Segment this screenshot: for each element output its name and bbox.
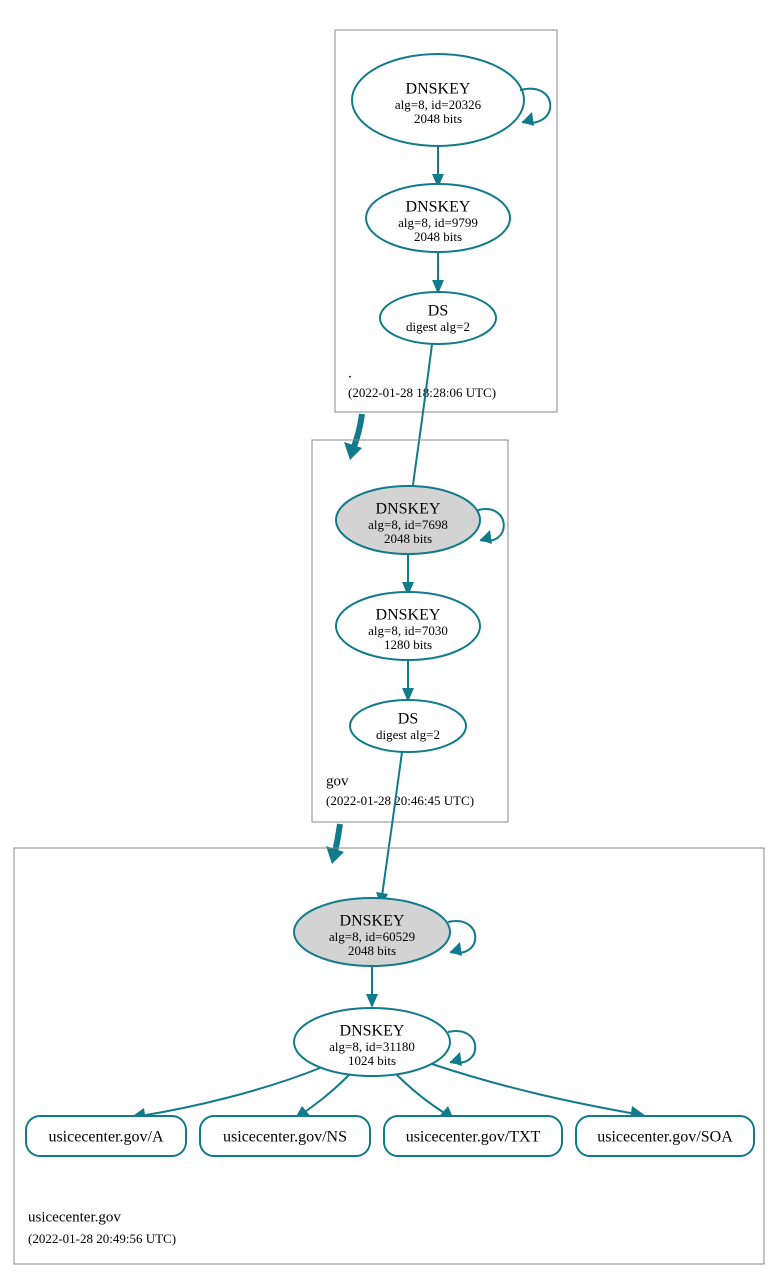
node-rr-a: usicecenter.gov/A [26,1116,186,1156]
edge-gov-ksk-self-arrow [480,530,492,544]
node-gov-zsk: DNSKEY alg=8, id=7030 1280 bits [336,592,480,660]
node-rr-ns: usicecenter.gov/NS [200,1116,370,1156]
node-uc-zsk: DNSKEY alg=8, id=31180 1024 bits [294,1008,450,1076]
svg-text:1024 bits: 1024 bits [348,1053,396,1068]
edge-uc-a [140,1068,320,1116]
svg-text:digest alg=2: digest alg=2 [376,727,440,742]
svg-text:DNSKEY: DNSKEY [376,607,441,624]
edge-uc-txt [396,1074,446,1114]
svg-text:DNSKEY: DNSKEY [376,501,441,518]
edge-uc-ksk-self-arrow [450,942,462,956]
svg-text:usicecenter.gov/TXT: usicecenter.gov/TXT [406,1129,541,1146]
svg-text:2048 bits: 2048 bits [348,943,396,958]
svg-text:DS: DS [398,711,418,728]
svg-text:usicecenter.gov/SOA: usicecenter.gov/SOA [597,1129,733,1146]
node-root-zsk: DNSKEY alg=8, id=9799 2048 bits [366,184,510,252]
svg-text:usicecenter.gov/NS: usicecenter.gov/NS [223,1129,347,1146]
svg-text:DNSKEY: DNSKEY [340,913,405,930]
dnssec-diagram: DNSKEY alg=8, id=20326 2048 bits DNSKEY … [0,0,779,1278]
svg-text:alg=8, id=7030: alg=8, id=7030 [368,623,448,638]
svg-text:DNSKEY: DNSKEY [406,81,471,98]
zone-ts-gov: (2022-01-28 20:46:45 UTC) [326,793,474,808]
svg-text:alg=8, id=31180: alg=8, id=31180 [329,1039,415,1054]
svg-text:usicecenter.gov/A: usicecenter.gov/A [48,1129,164,1146]
zone-label-root: . [348,365,352,381]
node-root-ds: DS digest alg=2 [380,292,496,344]
zone-label-gov: gov [326,773,349,789]
edge-uc-ksk-self [448,921,475,953]
edge-uc-zsk-self-arrow [450,1052,462,1066]
edge-gov-ds-uc-ksk [382,752,402,896]
node-root-ksk: DNSKEY alg=8, id=20326 2048 bits [352,54,524,146]
edge-uc-zsk-self [448,1031,475,1063]
edge-root-ksk-self [520,89,550,123]
svg-text:2048 bits: 2048 bits [414,111,462,126]
edge-uc-ns [302,1074,350,1114]
node-rr-soa: usicecenter.gov/SOA [576,1116,754,1156]
svg-text:2048 bits: 2048 bits [384,531,432,546]
svg-text:alg=8, id=9799: alg=8, id=9799 [398,215,478,230]
svg-text:alg=8, id=7698: alg=8, id=7698 [368,517,448,532]
svg-text:DNSKEY: DNSKEY [340,1023,405,1040]
zone-label-uc: usicecenter.gov [28,1209,121,1225]
svg-text:alg=8, id=20326: alg=8, id=20326 [395,97,482,112]
node-gov-ksk: DNSKEY alg=8, id=7698 2048 bits [336,486,480,554]
svg-text:DS: DS [428,303,448,320]
edge-uc-soa [432,1064,636,1114]
node-gov-ds: DS digest alg=2 [350,700,466,752]
edge-root-ds-gov-ksk [412,344,432,492]
node-uc-ksk: DNSKEY alg=8, id=60529 2048 bits [294,898,450,966]
edge-root-ksk-self-arrow [522,112,534,126]
svg-text:1280 bits: 1280 bits [384,637,432,652]
svg-text:2048 bits: 2048 bits [414,229,462,244]
node-rr-txt: usicecenter.gov/TXT [384,1116,562,1156]
edge-uc-ksk-zsk-arrow [366,994,378,1008]
zone-ts-root: (2022-01-28 18:28:06 UTC) [348,385,496,400]
svg-text:alg=8, id=60529: alg=8, id=60529 [329,929,415,944]
zone-ts-uc: (2022-01-28 20:49:56 UTC) [28,1231,176,1246]
svg-text:DNSKEY: DNSKEY [406,199,471,216]
svg-text:digest alg=2: digest alg=2 [406,319,470,334]
